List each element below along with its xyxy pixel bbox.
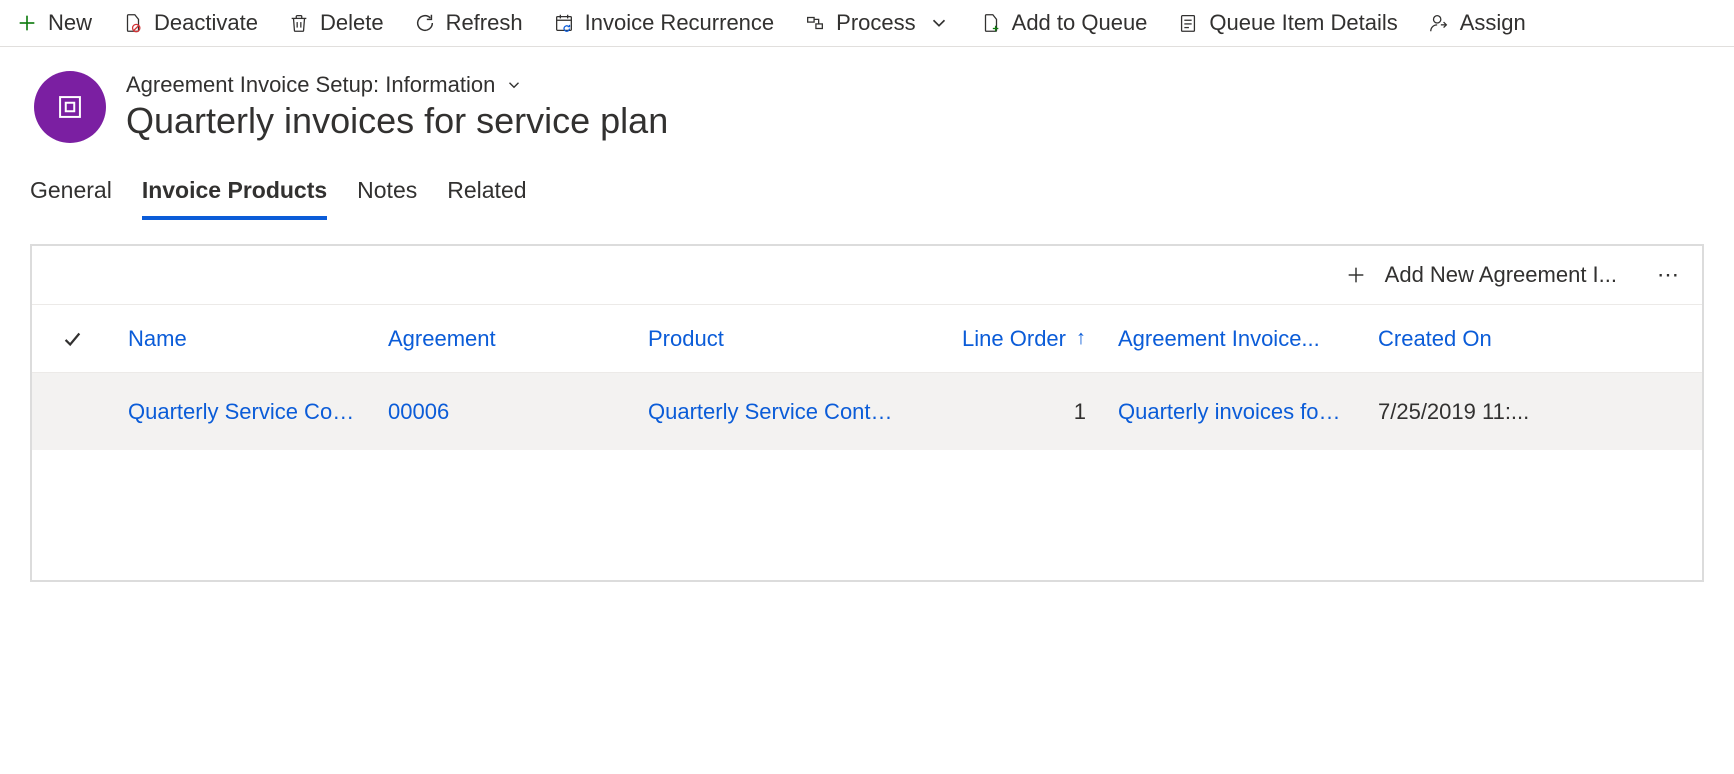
tab-general[interactable]: General (30, 177, 112, 220)
record-title: Quarterly invoices for service plan (126, 100, 668, 142)
calendar-recurrence-icon (553, 12, 575, 34)
add-to-queue-label: Add to Queue (1012, 10, 1148, 36)
plus-icon (1345, 264, 1367, 286)
col-created-on[interactable]: Created On (1362, 326, 1702, 352)
tab-notes[interactable]: Notes (357, 177, 417, 220)
add-to-queue-button[interactable]: Add to Queue (980, 10, 1148, 36)
delete-label: Delete (320, 10, 384, 36)
queue-details-icon (1177, 12, 1199, 34)
deactivate-label: Deactivate (154, 10, 258, 36)
add-to-queue-icon (980, 12, 1002, 34)
tab-invoice-products[interactable]: Invoice Products (142, 177, 327, 220)
process-dropdown[interactable] (928, 12, 950, 34)
process-label: Process (836, 10, 915, 36)
subgrid: Add New Agreement I... ⋯ Name Agreement … (30, 244, 1704, 582)
add-new-label: Add New Agreement I... (1385, 262, 1617, 288)
row-agreement-link[interactable]: 00006 (372, 399, 632, 425)
tab-strip: General Invoice Products Notes Related (0, 153, 1734, 220)
refresh-icon (414, 12, 436, 34)
form-selector[interactable]: Agreement Invoice Setup: Information (126, 72, 668, 98)
entity-badge (34, 71, 106, 143)
col-agreement-invoice[interactable]: Agreement Invoice... (1102, 326, 1362, 352)
breadcrumb-label: Agreement Invoice Setup: Information (126, 72, 495, 98)
trash-icon (288, 12, 310, 34)
assign-label: Assign (1460, 10, 1526, 36)
sort-ascending-icon: ↑ (1076, 327, 1086, 350)
row-name-link[interactable]: Quarterly Service Contract. (112, 399, 372, 425)
new-button[interactable]: New (16, 10, 92, 36)
queue-item-details-button[interactable]: Queue Item Details (1177, 10, 1397, 36)
select-all-checkbox[interactable] (32, 328, 112, 350)
col-line-order-label: Line Order (962, 326, 1066, 352)
invoice-recurrence-button[interactable]: Invoice Recurrence (553, 10, 775, 36)
subgrid-toolbar: Add New Agreement I... ⋯ (32, 246, 1702, 304)
queue-item-details-label: Queue Item Details (1209, 10, 1397, 36)
new-label: New (48, 10, 92, 36)
refresh-label: Refresh (446, 10, 523, 36)
deactivate-button[interactable]: Deactivate (122, 10, 258, 36)
record-header: Agreement Invoice Setup: Information Qua… (0, 47, 1734, 153)
assign-button[interactable]: Assign (1428, 10, 1526, 36)
col-created-on-label: Created On (1378, 326, 1492, 352)
check-icon (61, 328, 83, 350)
more-commands-button[interactable]: ⋯ (1657, 262, 1682, 288)
refresh-button[interactable]: Refresh (414, 10, 523, 36)
row-line-order: 1 (912, 399, 1102, 425)
col-name-label: Name (128, 326, 187, 352)
process-icon (804, 12, 826, 34)
delete-button[interactable]: Delete (288, 10, 384, 36)
col-product[interactable]: Product (632, 326, 912, 352)
col-name[interactable]: Name (112, 326, 372, 352)
col-agreement[interactable]: Agreement (372, 326, 632, 352)
command-bar: New Deactivate Delete Refresh Invoice Re… (0, 0, 1734, 47)
chevron-down-icon (928, 12, 950, 34)
add-new-agreement-button[interactable]: Add New Agreement I... (1345, 262, 1617, 288)
col-agreement-label: Agreement (388, 326, 496, 352)
col-agreement-invoice-label: Agreement Invoice... (1118, 326, 1320, 352)
row-created-on: 7/25/2019 11:... (1362, 399, 1702, 425)
col-line-order[interactable]: Line Order ↑ (912, 326, 1102, 352)
plus-icon (16, 12, 38, 34)
table-row[interactable]: Quarterly Service Contract. 00006 Quarte… (32, 372, 1702, 450)
grid-header: Name Agreement Product Line Order ↑ Agre… (32, 304, 1702, 372)
col-product-label: Product (648, 326, 724, 352)
process-button[interactable]: Process (804, 10, 915, 36)
tab-related[interactable]: Related (447, 177, 526, 220)
row-product-link[interactable]: Quarterly Service Contract. (632, 399, 912, 425)
assign-icon (1428, 12, 1450, 34)
chevron-down-icon (505, 76, 523, 94)
row-agreement-invoice-link[interactable]: Quarterly invoices for servi (1102, 399, 1362, 425)
deactivate-icon (122, 12, 144, 34)
invoice-recurrence-label: Invoice Recurrence (585, 10, 775, 36)
entity-icon (53, 90, 87, 124)
